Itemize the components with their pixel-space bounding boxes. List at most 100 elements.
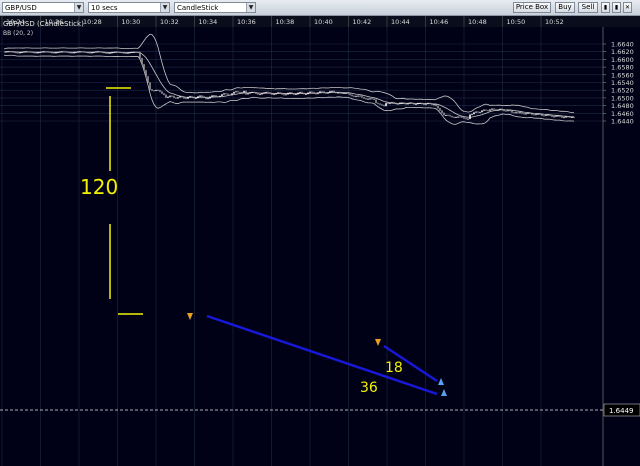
candle-body: [447, 115, 449, 116]
price-box-button[interactable]: Price Box: [513, 2, 551, 13]
candle-body: [189, 96, 191, 98]
candle-body: [351, 94, 353, 96]
candle-body: [233, 92, 235, 94]
annotations: 120 18 36: [80, 87, 447, 396]
candle-body: [331, 91, 333, 92]
time-tick-label: 10:40: [314, 18, 333, 26]
price-tick-label: 1.6440: [611, 118, 634, 126]
candle-body: [27, 51, 29, 53]
candle-body: [79, 51, 81, 53]
candle-body: [267, 92, 269, 93]
candle-body: [485, 109, 487, 111]
candle-body: [495, 109, 497, 111]
candle-body: [217, 96, 219, 98]
candle-body: [405, 103, 407, 105]
time-tick-label: 10:42: [353, 18, 372, 26]
candle-body: [459, 116, 461, 118]
candle-body: [71, 52, 73, 54]
candle-body: [355, 95, 357, 97]
candle-body: [487, 110, 489, 112]
candle-body: [63, 51, 65, 53]
candle-body: [19, 52, 21, 54]
candle-body: [377, 102, 379, 104]
candle-body: [101, 51, 103, 53]
candle-body: [399, 102, 401, 104]
candle-body: [573, 117, 575, 118]
candle-body: [151, 89, 153, 91]
candle-body: [437, 105, 439, 109]
candle-body: [549, 114, 551, 116]
chart-settings-icon[interactable]: ▮: [601, 2, 610, 13]
candle-body: [543, 115, 545, 117]
candle-body: [403, 102, 405, 104]
candle-body: [53, 52, 55, 54]
interval-select[interactable]: 10 secs ▼: [88, 2, 170, 13]
candle-body: [7, 51, 9, 53]
price-chart[interactable]: 1.6640 1.6620 1.6600 1.6580 1.6560 1.6540 1.65…: [0, 16, 640, 466]
candle-body: [185, 98, 187, 100]
candle-body: [137, 51, 139, 53]
candle-body: [457, 116, 459, 118]
candle-body: [259, 94, 261, 96]
candle-body: [383, 105, 385, 107]
sell-button[interactable]: Sell: [578, 2, 598, 13]
candle-body: [263, 92, 265, 94]
candle-body: [287, 92, 289, 95]
candle-body: [559, 115, 561, 117]
chevron-down-icon[interactable]: ▼: [246, 3, 255, 12]
chevron-down-icon[interactable]: ▼: [160, 3, 169, 12]
candle-body: [37, 52, 39, 54]
move-a-label: 18: [385, 360, 403, 376]
candle-body: [15, 52, 17, 54]
candle-body: [393, 102, 395, 104]
chart-style-select[interactable]: CandleStick ▼: [174, 2, 256, 13]
candle-body: [429, 103, 431, 104]
close-icon[interactable]: ✕: [623, 2, 632, 13]
candle-body: [165, 94, 167, 98]
candle-body: [133, 51, 135, 53]
bollinger-middle-band: [3, 51, 575, 118]
candle-body: [501, 108, 503, 110]
drop-pips-label: 120: [80, 175, 118, 199]
candle-body: [517, 112, 519, 114]
symbol-select[interactable]: GBP/USD ▼: [2, 2, 84, 13]
candle-body: [381, 104, 383, 106]
price-axis: 1.66401.66201.66001.65801.65601.65401.65…: [602, 16, 634, 466]
candle-body: [527, 112, 529, 114]
candle-body: [155, 90, 157, 91]
candle-body: [555, 115, 557, 117]
candle-body: [35, 52, 37, 54]
candle-body: [525, 113, 527, 115]
time-tick-label: 10:36: [237, 18, 256, 26]
candle-body: [177, 97, 179, 99]
candle-body: [113, 51, 115, 53]
chevron-down-icon[interactable]: ▼: [74, 3, 83, 12]
candle-body: [33, 52, 35, 54]
chart-mode-icon[interactable]: ▮: [612, 2, 621, 13]
candle-body: [235, 91, 237, 93]
candle-body: [95, 51, 97, 53]
candle-body: [149, 82, 151, 90]
candle-body: [231, 93, 233, 95]
candle-body: [73, 52, 75, 54]
candle-body: [569, 116, 571, 118]
candle-body: [295, 94, 297, 96]
candle-body: [301, 92, 303, 93]
time-tick-label: 10:28: [83, 18, 102, 26]
candle-body: [335, 92, 337, 94]
candle-body: [363, 97, 365, 99]
candle-body: [461, 116, 463, 118]
candle-body: [153, 90, 155, 92]
candle-body: [481, 110, 483, 113]
candle-body: [455, 117, 457, 118]
sell-arrow-icon: [187, 313, 193, 320]
candle-body: [499, 108, 501, 110]
candle-body: [21, 52, 23, 53]
candle-body: [293, 93, 295, 95]
buy-button[interactable]: Buy: [555, 2, 575, 13]
candle-body: [427, 103, 429, 104]
candle-body: [435, 104, 437, 106]
candle-body: [303, 92, 305, 95]
candle-body: [305, 94, 307, 95]
candle-body: [475, 111, 477, 113]
